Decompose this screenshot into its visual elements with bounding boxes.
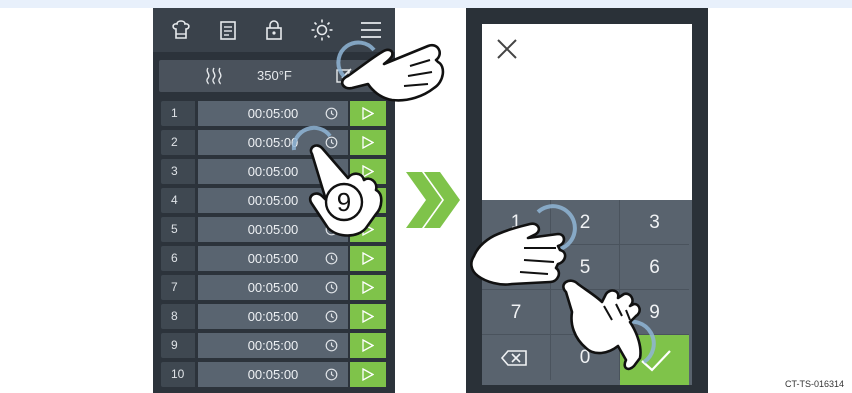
clock-icon [325,281,338,294]
clock-icon [325,252,338,265]
step-marker: 9 [337,187,351,217]
entry-dialog [482,24,692,200]
row-number: 9 [161,333,195,358]
chef-icon[interactable] [169,18,193,42]
row-number: 10 [161,362,195,387]
row-number: 7 [161,275,195,300]
heat-icon [206,67,222,85]
row-number: 5 [161,217,195,242]
clock-icon [325,310,338,323]
lock-icon[interactable] [262,18,286,42]
row-number: 3 [161,159,195,184]
recipe-book-icon[interactable] [216,18,240,42]
timer-row[interactable]: 8 00:05:00 [161,304,389,329]
pointing-hand-icon [336,40,445,102]
play-icon [362,281,374,294]
row-number: 6 [161,246,195,271]
key-3[interactable]: 3 [620,200,689,245]
play-icon [362,252,374,265]
clock-icon [325,339,338,352]
play-icon [362,368,374,381]
temperature-value: 350°F [257,68,292,83]
pointing-hand-icon [562,279,656,371]
next-step-arrow-icon [406,172,460,228]
row-number: 8 [161,304,195,329]
timer-row[interactable]: 9 00:05:00 [161,333,389,358]
play-icon [362,339,374,352]
backspace-key[interactable] [482,335,551,380]
key-7[interactable]: 7 [482,290,551,335]
play-button[interactable] [350,246,386,271]
row-number: 1 [161,101,195,126]
play-button[interactable] [350,304,386,329]
row-number: 4 [161,188,195,213]
play-button[interactable] [350,275,386,300]
timer-row[interactable]: 6 00:05:00 [161,246,389,271]
timer-row[interactable]: 7 00:05:00 [161,275,389,300]
close-icon[interactable] [494,36,520,62]
clock-icon [325,368,338,381]
play-button[interactable] [350,362,386,387]
play-icon [362,310,374,323]
backspace-icon [500,350,527,366]
pointing-hand-icon: 9 [291,125,383,237]
top-band [0,0,852,8]
figure-caption: CT-TS-016314 [784,379,844,389]
play-button[interactable] [350,333,386,358]
timer-row[interactable]: 10 00:05:00 [161,362,389,387]
row-number: 2 [161,130,195,155]
